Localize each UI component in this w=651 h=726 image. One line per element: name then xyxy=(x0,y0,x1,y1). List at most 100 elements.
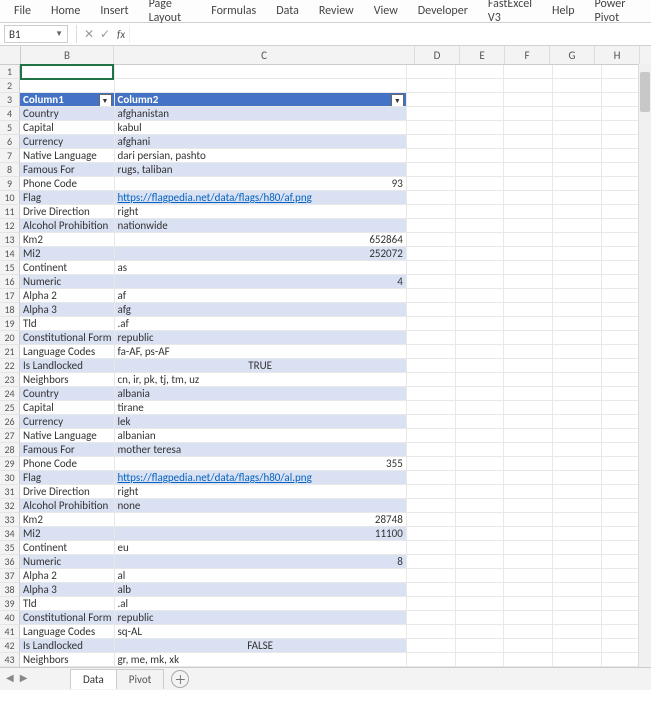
select-all-corner[interactable] xyxy=(0,46,21,64)
cell[interactable] xyxy=(504,387,553,401)
cell[interactable] xyxy=(553,149,602,163)
cell[interactable]: eu xyxy=(115,541,407,555)
cell[interactable]: Neighbors xyxy=(20,373,114,387)
col-header-H[interactable]: H xyxy=(595,46,640,64)
enter-icon[interactable]: ✓ xyxy=(97,27,113,42)
cell[interactable] xyxy=(504,569,553,583)
cell[interactable] xyxy=(553,79,602,93)
row-header[interactable]: 5 xyxy=(0,121,20,135)
cell[interactable]: mother teresa xyxy=(115,443,407,457)
row-header[interactable]: 36 xyxy=(0,555,20,569)
sheet-nav[interactable]: ◀ ▶ xyxy=(6,671,27,684)
ribbon-tab-data[interactable]: Data xyxy=(266,1,309,21)
row-header[interactable]: 2 xyxy=(0,79,20,93)
cell[interactable] xyxy=(456,121,505,135)
row-header[interactable]: 39 xyxy=(0,597,20,611)
scrollbar-thumb[interactable] xyxy=(640,72,650,112)
col-header-C[interactable]: C xyxy=(114,46,415,64)
cell[interactable]: right xyxy=(115,205,407,219)
cell[interactable] xyxy=(407,373,456,387)
cell[interactable] xyxy=(456,65,505,79)
cell[interactable]: albania xyxy=(115,387,407,401)
cell[interactable] xyxy=(407,247,456,261)
cell[interactable] xyxy=(456,471,505,485)
col-header-D[interactable]: D xyxy=(415,46,460,64)
cell[interactable] xyxy=(553,233,602,247)
cell[interactable]: Phone Code xyxy=(20,177,114,191)
row-header[interactable]: 20 xyxy=(0,331,20,345)
cell[interactable] xyxy=(504,541,553,555)
cell[interactable] xyxy=(553,247,602,261)
cell[interactable]: Alcohol Prohibition xyxy=(20,499,114,513)
cell[interactable]: Is Landlocked xyxy=(20,639,114,653)
cell[interactable]: cn, ir, pk, tj, tm, uz xyxy=(115,373,407,387)
cell[interactable] xyxy=(504,639,553,653)
cell[interactable] xyxy=(553,639,602,653)
cell[interactable] xyxy=(504,65,553,79)
row-header[interactable]: 9 xyxy=(0,177,20,191)
ribbon-tab-formulas[interactable]: Formulas xyxy=(201,1,266,21)
cell[interactable] xyxy=(456,275,505,289)
cell[interactable] xyxy=(407,149,456,163)
row-header[interactable]: 18 xyxy=(0,303,20,317)
cell[interactable]: af xyxy=(115,289,407,303)
cell[interactable] xyxy=(407,639,456,653)
cell[interactable]: Km2 xyxy=(20,513,114,527)
vertical-scrollbar[interactable] xyxy=(638,64,651,684)
row-header[interactable]: 8 xyxy=(0,163,20,177)
cell[interactable] xyxy=(407,163,456,177)
cell[interactable] xyxy=(504,443,553,457)
cell[interactable]: Famous For xyxy=(20,443,114,457)
chevron-down-icon[interactable]: ▼ xyxy=(55,29,63,39)
cell[interactable]: 11100 xyxy=(115,527,407,541)
cell[interactable] xyxy=(553,471,602,485)
cell[interactable] xyxy=(504,275,553,289)
row-header[interactable]: 32 xyxy=(0,499,20,513)
cell[interactable] xyxy=(553,107,602,121)
cell[interactable] xyxy=(456,625,505,639)
cell[interactable] xyxy=(553,485,602,499)
cell[interactable]: as xyxy=(115,261,407,275)
cell[interactable] xyxy=(504,149,553,163)
cell[interactable] xyxy=(553,303,602,317)
row-header[interactable]: 42 xyxy=(0,639,20,653)
cell[interactable] xyxy=(407,331,456,345)
cell[interactable] xyxy=(553,583,602,597)
cell[interactable] xyxy=(456,373,505,387)
cell[interactable] xyxy=(407,345,456,359)
cell[interactable]: 28748 xyxy=(115,513,407,527)
cell[interactable] xyxy=(504,527,553,541)
cell[interactable] xyxy=(553,541,602,555)
cell[interactable] xyxy=(504,121,553,135)
row-header[interactable]: 24 xyxy=(0,387,20,401)
row-header[interactable]: 27 xyxy=(0,429,20,443)
cell[interactable] xyxy=(504,79,553,93)
cell[interactable]: fa-AF, ps-AF xyxy=(115,345,407,359)
row-header[interactable]: 25 xyxy=(0,401,20,415)
row-header[interactable]: 35 xyxy=(0,541,20,555)
cell[interactable]: Famous For xyxy=(20,163,114,177)
cell[interactable] xyxy=(456,135,505,149)
cell[interactable] xyxy=(407,555,456,569)
cell[interactable] xyxy=(407,597,456,611)
sheet-tab-pivot[interactable]: Pivot xyxy=(116,669,165,689)
row-header[interactable]: 31 xyxy=(0,485,20,499)
cell[interactable] xyxy=(115,65,407,79)
row-header[interactable]: 13 xyxy=(0,233,20,247)
cell[interactable] xyxy=(407,471,456,485)
cell[interactable]: .al xyxy=(115,597,407,611)
cell[interactable] xyxy=(456,611,505,625)
cell[interactable]: https://flagpedia.net/data/flags/h80/al.… xyxy=(115,471,407,485)
cell[interactable]: .af xyxy=(115,317,407,331)
cell[interactable]: Tld xyxy=(20,597,114,611)
cell[interactable] xyxy=(504,177,553,191)
cell[interactable] xyxy=(407,513,456,527)
cell[interactable] xyxy=(407,527,456,541)
cell[interactable] xyxy=(456,317,505,331)
cell[interactable] xyxy=(407,499,456,513)
cell[interactable]: Flag xyxy=(20,471,114,485)
cell[interactable]: 355 xyxy=(115,457,407,471)
cell[interactable] xyxy=(504,513,553,527)
cell[interactable]: Flag xyxy=(20,191,114,205)
row-header[interactable]: 12 xyxy=(0,219,20,233)
